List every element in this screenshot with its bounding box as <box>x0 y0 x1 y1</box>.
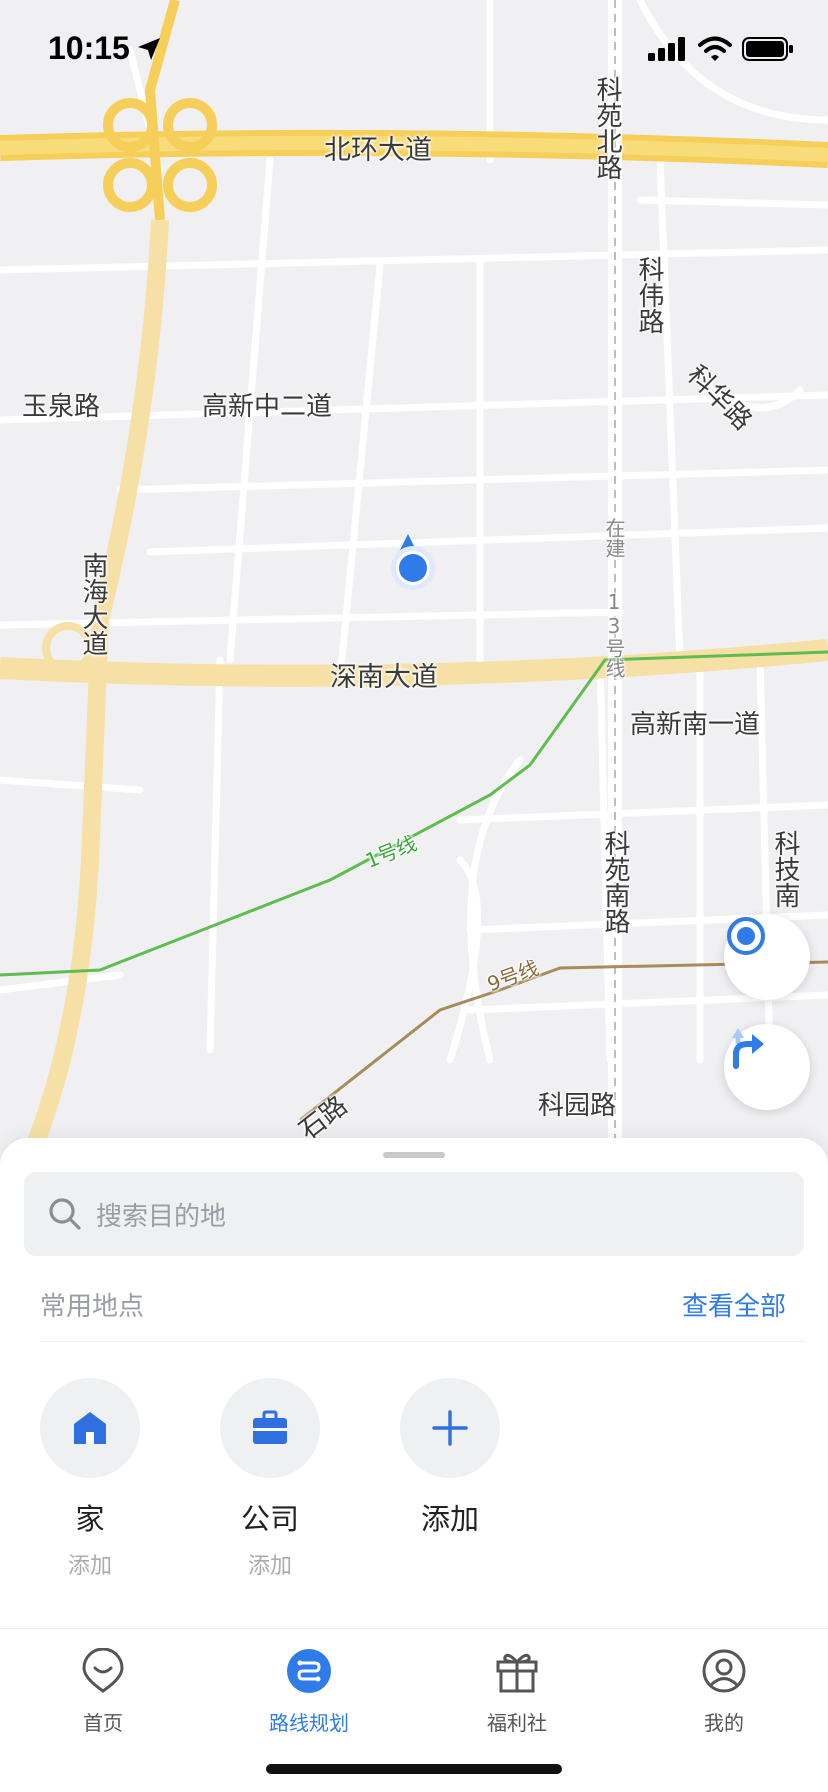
search-bar[interactable]: 搜索目的地 <box>24 1172 804 1256</box>
navigate-button[interactable] <box>724 1024 810 1110</box>
locate-icon <box>727 917 765 955</box>
tab-home-label: 首页 <box>83 1711 123 1735</box>
tab-welfare-label: 福利社 <box>487 1711 547 1735</box>
place-company-sub: 添加 <box>247 1554 292 1579</box>
frequent-places-title: 常用地点 <box>40 1292 145 1322</box>
locate-button[interactable] <box>724 914 810 1000</box>
road-label-kewei: 科伟路 <box>634 256 664 334</box>
location-arrow-icon <box>138 38 160 60</box>
place-home-name: 家 <box>75 1502 105 1536</box>
tab-route-planning[interactable]: 路线规划 <box>249 1647 369 1736</box>
search-icon <box>49 1198 81 1230</box>
tab-welfare[interactable]: 福利社 <box>457 1647 577 1736</box>
tab-route-planning-label: 路线规划 <box>269 1711 349 1735</box>
road-label-yuquan: 玉泉路 <box>22 392 101 422</box>
signal-icon <box>648 37 685 61</box>
status-time: 10:15 <box>48 30 130 66</box>
place-company-name: 公司 <box>240 1502 299 1536</box>
briefcase-icon <box>253 1410 287 1444</box>
place-home-sub: 添加 <box>67 1554 112 1579</box>
plus-icon <box>432 1410 468 1446</box>
home-smile-icon <box>82 1648 124 1693</box>
sheet-handle[interactable] <box>383 1152 445 1158</box>
road-label-keji-south: 科技南 <box>770 830 800 908</box>
tab-profile[interactable]: 我的 <box>664 1647 784 1736</box>
place-company-button[interactable] <box>220 1378 320 1478</box>
place-add-button[interactable] <box>400 1378 500 1478</box>
current-location-marker <box>388 532 438 602</box>
road-label-keyuan: 科园路 <box>538 1091 617 1121</box>
road-label-keyuan-south: 科苑南路 <box>600 830 630 934</box>
place-home-button[interactable] <box>40 1378 140 1478</box>
tab-profile-label: 我的 <box>704 1711 744 1735</box>
gift-icon <box>496 1653 538 1693</box>
place-add[interactable]: 添加 <box>400 1378 500 1538</box>
road-label-gaoxin-zhong2: 高新中二道 <box>202 392 333 422</box>
home-icon <box>74 1412 106 1444</box>
wifi-icon <box>698 36 732 61</box>
home-indicator <box>266 1764 562 1774</box>
place-home[interactable]: 家 添加 <box>40 1378 140 1580</box>
turn-right-arrow-icon <box>732 1028 764 1069</box>
place-company[interactable]: 公司 添加 <box>220 1378 320 1580</box>
road-label-nanhai: 南海大道 <box>78 552 108 656</box>
user-icon <box>702 1649 746 1693</box>
metro-label-under-construction: 在建 <box>602 518 626 558</box>
road-label-shennan: 深南大道 <box>330 662 438 693</box>
search-placeholder: 搜索目的地 <box>96 1201 227 1232</box>
map-view[interactable]: 北环大道 科苑北路 科伟路 科华路 玉泉路 高新中二道 南海大道 深南大道 高新… <box>0 0 828 1180</box>
view-all-link[interactable]: 查看全部 <box>682 1286 786 1323</box>
bottom-sheet: 搜索目的地 常用地点 查看全部 家 添加 公司 添加 添加 <box>0 1138 828 1628</box>
road-label-gaoxin-nan1: 高新南一道 <box>630 710 761 740</box>
metro-label-line13: 13号线 <box>602 590 626 678</box>
route-icon <box>287 1649 331 1693</box>
road-label-north-ring: 北环大道 <box>324 135 432 166</box>
tab-home[interactable]: 首页 <box>43 1647 163 1736</box>
place-add-name: 添加 <box>420 1502 479 1536</box>
divider <box>40 1341 804 1342</box>
status-bar: 10:15 <box>0 0 828 100</box>
battery-icon <box>742 37 793 61</box>
